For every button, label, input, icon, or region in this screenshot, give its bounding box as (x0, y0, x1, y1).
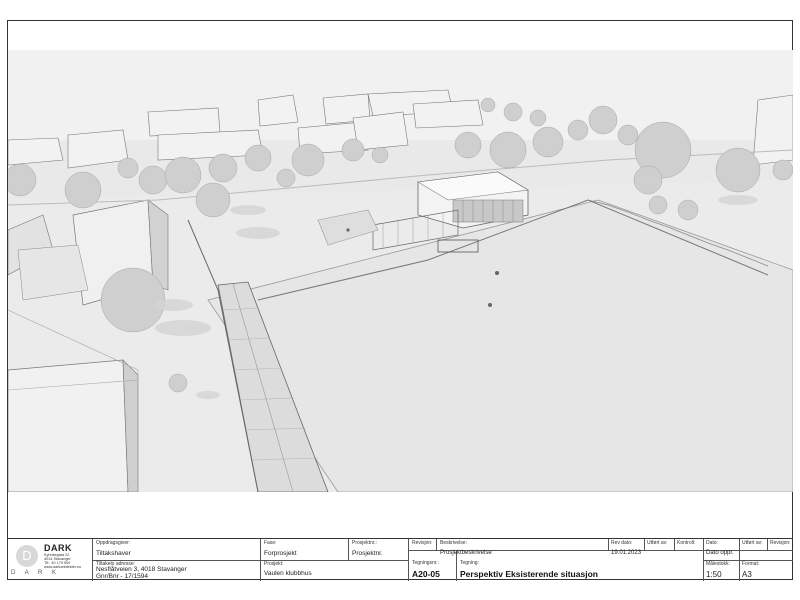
client-value: Tiltakshaver (96, 550, 131, 557)
site-perspective-image (8, 50, 793, 492)
performed-by-label: Utført av: (647, 540, 668, 546)
format-value: A3 (742, 570, 752, 579)
title-block: D DARK Kyhnkegata 22 4014 Stavanger Tlf.… (8, 538, 793, 581)
logo-wordmark: D A R K (11, 570, 61, 576)
performed-by-label-2: Utført av: (742, 540, 763, 546)
drawing-title-label: Tegning: (460, 560, 479, 566)
company-name: DARK (44, 543, 72, 553)
phase-value: Forprosjekt (264, 550, 297, 557)
company-logo: D DARK Kyhnkegata 22 4014 Stavanger Tlf.… (8, 539, 96, 581)
control-label: Kontroll: (677, 540, 696, 546)
perspective-render (8, 50, 793, 492)
scale-value: 1:50 (706, 570, 722, 579)
logo-circle-icon: D (16, 545, 38, 567)
date-label: Dato: (706, 540, 718, 546)
phase-label: Fase: (264, 540, 277, 546)
drawing-number-value: A20-05 (412, 569, 440, 579)
project-label: Prosjekt: (264, 561, 284, 567)
description-label: Beskrivelse: (440, 540, 467, 546)
project-number-value: Prosjektnr. (352, 550, 383, 557)
revision-label-2: Revisjon: (770, 540, 791, 546)
property-id: Gnr/Bnr - 17/1594 (96, 573, 149, 580)
date-value: Dato oppr. (706, 550, 734, 556)
drawing-title-value: Perspektiv Eksisterende situasjon (460, 569, 598, 579)
format-label: Format: (742, 561, 760, 567)
drawing-number-label: Tegningsnr.: (412, 560, 439, 566)
client-label: Oppdragsgiver: (96, 540, 131, 546)
scale-label: Målestokk: (706, 561, 730, 567)
rev-date-label: Rev dato: (611, 540, 633, 546)
address-value: Nesflåtveien 3, 4018 Stavanger (96, 566, 187, 573)
revision-label: Revisjon: (412, 540, 433, 546)
project-number-label: Prosjektnr.: (352, 540, 378, 546)
rev-date-value: 19.01.2023 (611, 550, 642, 556)
company-website: www.darkarkitekter.no (44, 565, 82, 569)
project-value: Vaulen klubbhus (264, 570, 312, 577)
description-value: Prosjektbeskrivelse (440, 550, 492, 556)
